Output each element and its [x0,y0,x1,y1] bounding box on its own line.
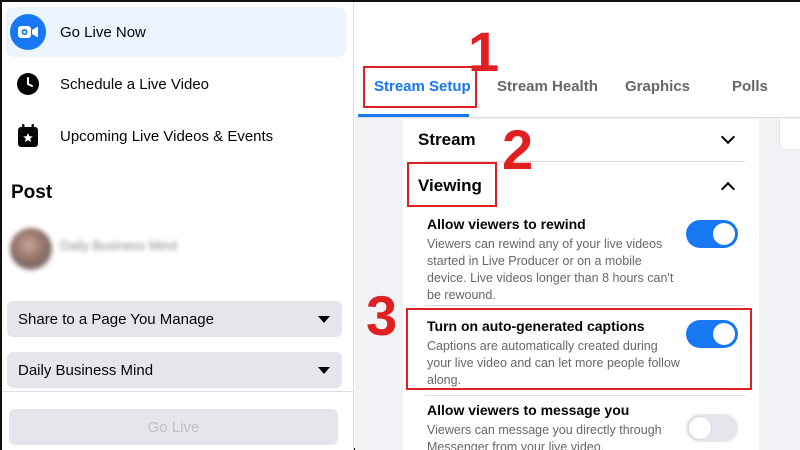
rewind-toggle[interactable] [686,220,738,248]
setting-title-message: Allow viewers to message you [427,402,630,418]
video-camera-icon [10,14,46,50]
side-card [779,119,800,150]
section-title: Viewing [418,176,482,195]
post-heading: Post [11,182,53,203]
section-title: Stream [418,130,476,149]
sidebar-item-schedule[interactable]: Schedule a Live Video [6,59,346,109]
setting-desc-rewind: Viewers can rewind any of your live vide… [427,237,674,302]
step-number-1: 1 [468,20,500,83]
share-destination-value: Share to a Page You Manage [18,310,214,328]
section-viewing[interactable]: Viewing [418,165,745,207]
chevron-down-icon [720,129,736,145]
step-number-3: 3 [366,284,398,347]
setting-title-captions: Turn on auto-generated captions [427,318,645,334]
tab-stream-health[interactable]: Stream Health [497,78,598,95]
clock-icon [12,68,44,100]
share-destination-select[interactable]: Share to a Page You Manage [7,301,342,337]
tab-bar: Stream Setup Stream Health Graphics Poll… [355,2,800,118]
calendar-star-icon [12,120,44,152]
tab-stream-setup[interactable]: Stream Setup [374,78,471,95]
sidebar-item-label: Schedule a Live Video [60,75,210,93]
divider [425,395,745,396]
sidebar-item-label: Upcoming Live Videos & Events [60,127,274,145]
setting-desc-message: Viewers can message you directly through… [427,423,662,450]
page-select-value: Daily Business Mind [18,361,154,379]
go-live-button[interactable]: Go Live [9,409,338,445]
message-toggle[interactable] [686,414,738,442]
sidebar-item-go-live-now[interactable]: Go Live Now [6,7,346,57]
left-panel: Go Live Now Schedule a Live Video Upcomi… [2,2,354,450]
sidebar-item-label: Go Live Now [60,23,146,41]
settings-card: Stream Viewing Allow viewers to rewind V… [403,119,759,450]
active-tab-indicator [358,114,469,117]
captions-toggle[interactable] [686,320,738,348]
chevron-up-icon [720,181,736,197]
toggle-knob [713,223,735,245]
right-panel: Stream Setup Stream Health Graphics Poll… [355,2,800,450]
caret-down-icon [318,366,330,374]
toggle-knob [689,417,711,439]
profile-avatar [10,228,52,270]
tab-polls[interactable]: Polls [732,78,768,95]
tab-graphics[interactable]: Graphics [625,78,690,95]
caret-down-icon [318,315,330,323]
section-stream[interactable]: Stream [418,119,745,161]
left-footer: Go Live [2,391,353,450]
divider [425,305,745,306]
page-select[interactable]: Daily Business Mind [7,352,342,388]
setting-desc-captions: Captions are automatically created durin… [427,339,680,387]
sidebar-item-upcoming[interactable]: Upcoming Live Videos & Events [6,111,346,161]
toggle-knob [713,323,735,345]
step-number-2: 2 [502,118,534,181]
setting-title-rewind: Allow viewers to rewind [427,216,586,232]
profile-name: Daily Business Mind [60,238,178,253]
divider [425,161,745,162]
